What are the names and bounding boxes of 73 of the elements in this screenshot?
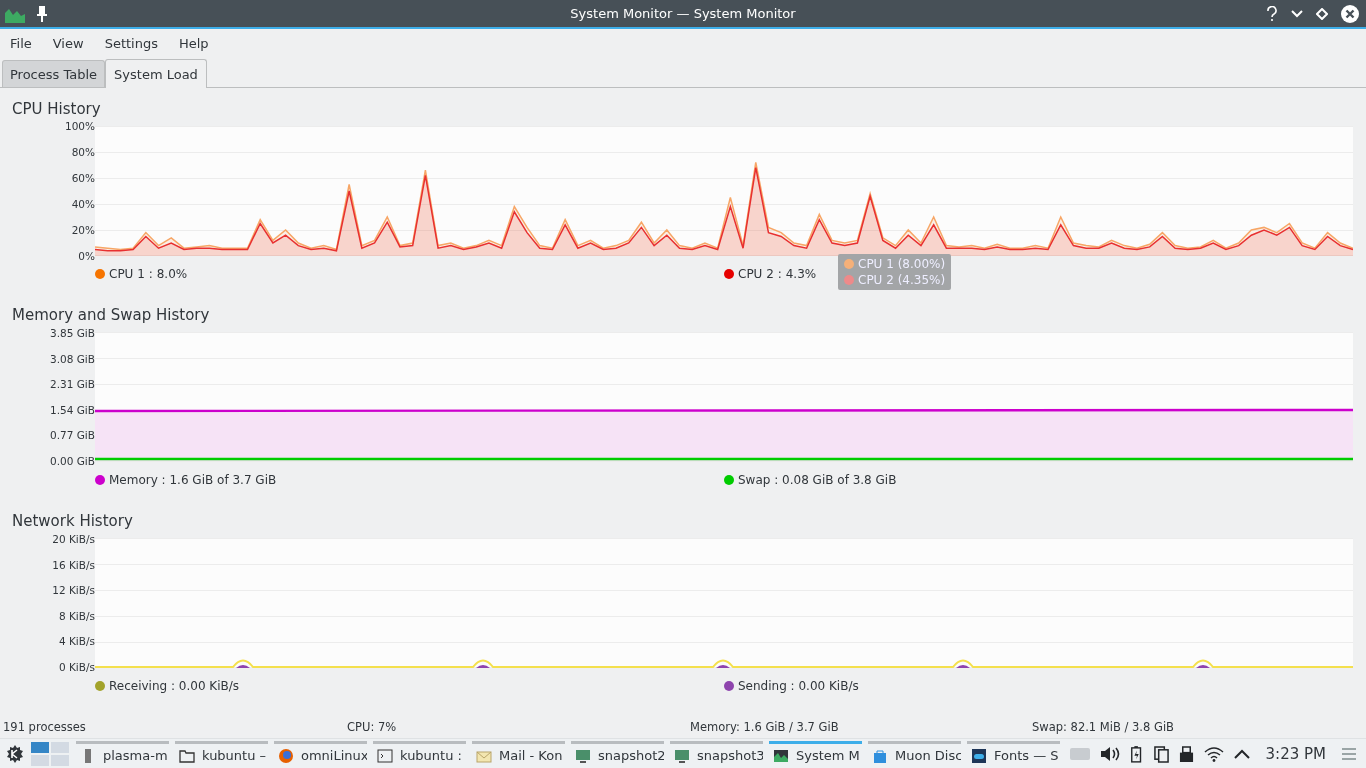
bag-icon: [872, 747, 888, 764]
legend-label: Swap : 0.08 GiB of 3.8 GiB: [738, 473, 897, 487]
section-title: CPU History: [12, 99, 102, 120]
axis-label: 40%: [71, 198, 95, 210]
legend-label: CPU 1: [109, 267, 145, 281]
legend-label: Sending : 0.00 KiB/s: [738, 679, 859, 693]
menu-item[interactable]: Settings: [104, 36, 158, 51]
clipboard-icon[interactable]: [1153, 745, 1169, 763]
axis-label: 1.54 GiB: [50, 403, 95, 416]
axis-label: 8 KiB/s: [58, 609, 95, 622]
taskbar-item[interactable]: snapshot2: [571, 741, 664, 767]
taskbar-item[interactable]: snapshot3: [670, 741, 763, 767]
axis-label: 0.00 GiB: [50, 454, 95, 467]
caret-up-icon[interactable]: [1233, 749, 1250, 759]
terminal-icon: [377, 747, 393, 764]
axis-label: 60%: [71, 172, 95, 184]
axis-label: 3.85 GiB: [50, 327, 95, 339]
legend-label: CPU 2: [738, 267, 774, 281]
usb-drive-icon[interactable]: [1178, 745, 1194, 763]
axis-label: 0.77 GiB: [50, 429, 95, 442]
volume-icon[interactable]: [1099, 745, 1120, 763]
axis-label: 3.08 GiB: [50, 352, 95, 365]
axis-label: 16 KiB/s: [52, 558, 95, 571]
taskbar-item[interactable]: Muon Disc: [868, 741, 961, 767]
taskbar-item[interactable]: Mail - Kon: [472, 741, 565, 767]
kde-logo-icon[interactable]: [5, 744, 25, 764]
taskbar-item[interactable]: System M: [769, 741, 862, 767]
toggle-icon: [971, 747, 987, 764]
axis-label: 12 KiB/s: [52, 584, 95, 597]
pager-icon[interactable]: [31, 742, 69, 766]
axis-label: 100%: [64, 120, 95, 132]
section-title: Memory and Swap History: [12, 305, 211, 326]
status-text: Memory: 1.6 GiB / 3.7 GiB: [690, 720, 840, 734]
tab[interactable]: Process Table: [2, 60, 106, 87]
help-icon[interactable]: [1266, 5, 1278, 22]
legend-value: : 4.3%: [777, 267, 817, 281]
section-title: Network History: [12, 511, 134, 532]
status-text: CPU: 7%: [347, 720, 398, 734]
chevron-down-icon[interactable]: [1291, 9, 1303, 18]
axis-label: 80%: [71, 146, 95, 158]
tooltip-label: CPU 1 (8.00%): [858, 257, 946, 271]
pin-icon[interactable]: [36, 5, 48, 22]
wifi-icon[interactable]: [1203, 746, 1224, 762]
status-text: Swap: 82.1 MiB / 3.8 GiB: [1032, 720, 1174, 734]
folder-icon: [179, 747, 195, 764]
menu-item[interactable]: File: [10, 36, 32, 51]
taskbar-item[interactable]: plasma-m: [76, 741, 169, 767]
status-text: 191 processes: [2, 720, 87, 734]
taskbar-item[interactable]: Fonts — S: [967, 741, 1060, 767]
legend-value: : 8.0%: [148, 267, 188, 281]
taskbar-item[interactable]: kubuntu –: [175, 741, 268, 767]
battery-icon[interactable]: [1129, 745, 1144, 763]
tab[interactable]: System Load: [105, 59, 207, 88]
diamond-icon[interactable]: [1316, 7, 1328, 20]
legend-label: Receiving : 0.00 KiB/s: [109, 679, 240, 693]
screen-icon: [674, 747, 690, 764]
clock[interactable]: 3:23 PM: [1265, 745, 1326, 763]
graph-icon: [773, 747, 789, 764]
screen-icon: [575, 747, 591, 764]
taskbar-item[interactable]: kubuntu :: [373, 741, 466, 767]
window-title: System Monitor — System Monitor: [570, 6, 796, 21]
tooltip-label: CPU 2 (4.35%): [858, 273, 946, 287]
axis-label: 2.31 GiB: [50, 378, 95, 391]
globe-icon: [278, 747, 294, 764]
menu-item[interactable]: View: [52, 36, 84, 51]
axis-label: 0 KiB/s: [58, 660, 95, 673]
axis-label: 0%: [78, 250, 95, 262]
close-icon[interactable]: [1341, 4, 1359, 23]
menu-item[interactable]: Help: [178, 36, 209, 51]
axis-label: 4 KiB/s: [58, 635, 95, 648]
legend-label: Memory : 1.6 GiB of 3.7 GiB: [109, 473, 277, 487]
axis-label: 20%: [71, 224, 95, 236]
axis-label: 20 KiB/s: [52, 533, 95, 545]
